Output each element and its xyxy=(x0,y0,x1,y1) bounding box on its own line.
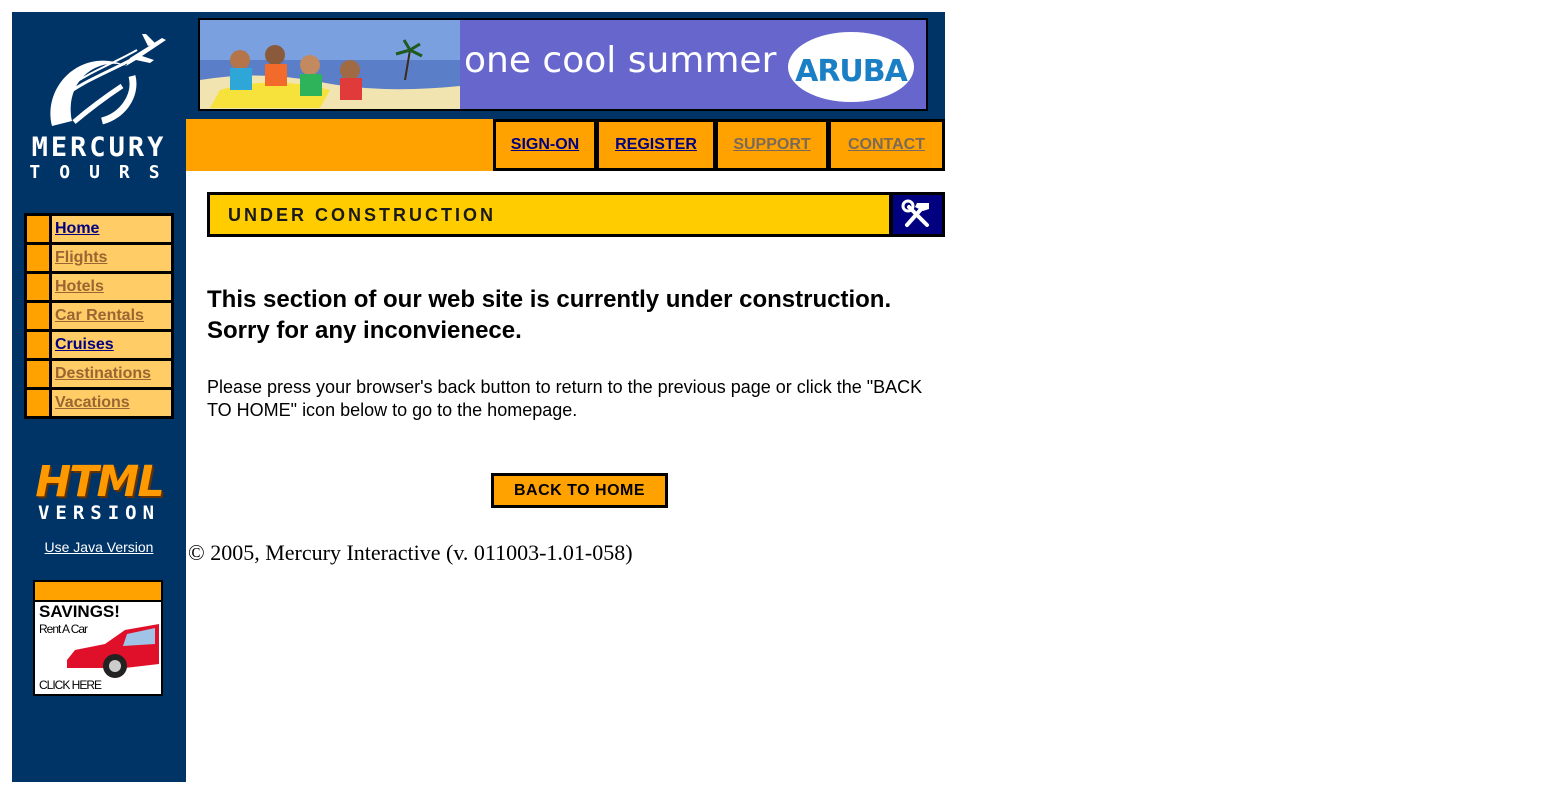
sign-on-link[interactable]: SIGN-ON xyxy=(511,136,579,153)
register-link[interactable]: REGISTER xyxy=(615,136,697,153)
html-badge-subtitle: VERSION xyxy=(37,502,161,524)
nav-link-flights[interactable]: Flights xyxy=(55,249,107,266)
header-banner: one cool summer ARUBA xyxy=(186,12,945,119)
back-to-home-button[interactable]: BACK TO HOME xyxy=(491,473,668,508)
html-badge-title: HTML xyxy=(35,457,165,507)
aruba-logo-text: ARUBA xyxy=(795,54,908,89)
under-construction-header: UNDER CONSTRUCTION xyxy=(207,192,945,237)
nav-bullet xyxy=(27,274,49,300)
top-nav-signon: SIGN-ON xyxy=(493,119,597,171)
banner-slogan: one cool summer xyxy=(464,40,777,81)
top-navigation: SIGN-ON REGISTER SUPPORT CONTACT xyxy=(186,119,945,171)
brand-name-mercury: MERCURY xyxy=(31,132,167,163)
copyright-footer: © 2005, Mercury Interactive (v. 011003-1… xyxy=(188,540,633,565)
ad-cta: CLICK HERE xyxy=(39,678,102,692)
construction-headline: This section of our web site is currentl… xyxy=(207,286,912,344)
side-nav-item-home: Home xyxy=(27,216,171,242)
nav-link-car-rentals[interactable]: Car Rentals xyxy=(55,307,144,324)
nav-link-home[interactable]: Home xyxy=(55,220,99,237)
under-construction-label-box: UNDER CONSTRUCTION xyxy=(210,195,889,234)
side-nav-item-flights: Flights xyxy=(27,245,171,271)
side-navigation: Home Flights Hotels Car Rentals Cruises … xyxy=(24,213,174,419)
aruba-ad-banner[interactable]: one cool summer ARUBA xyxy=(198,18,928,111)
aruba-logo: ARUBA xyxy=(788,32,914,102)
html-version-badge: HTML VERSION xyxy=(12,460,186,524)
tools-icon-box xyxy=(893,195,942,234)
nav-bullet xyxy=(27,390,49,416)
side-nav-item-destinations: Destinations xyxy=(27,361,171,387)
ad-title: SAVINGS! xyxy=(39,602,120,621)
sidebar: MERCURY TOURS Home Flights Hotels Car Re… xyxy=(12,12,186,782)
nav-link-cruises[interactable]: Cruises xyxy=(55,336,114,353)
section-title: UNDER CONSTRUCTION xyxy=(228,205,496,225)
nav-bullet xyxy=(27,332,49,358)
brand-name-tours: TOURS xyxy=(29,162,179,183)
nav-bullet xyxy=(27,216,49,242)
plane-logo-icon xyxy=(50,34,166,126)
nav-bullet xyxy=(27,245,49,271)
nav-link-vacations[interactable]: Vacations xyxy=(55,394,130,411)
top-nav-register: REGISTER xyxy=(596,119,716,171)
nav-link-destinations[interactable]: Destinations xyxy=(55,365,151,382)
savings-rent-a-car-ad[interactable]: SAVINGS! Rent A Car CLICK HERE xyxy=(33,580,163,696)
side-nav-item-cruises: Cruises xyxy=(27,332,171,358)
red-car-icon xyxy=(67,624,159,678)
use-java-version-link[interactable]: Use Java Version xyxy=(12,539,186,555)
side-nav-item-hotels: Hotels xyxy=(27,274,171,300)
side-nav-item-vacations: Vacations xyxy=(27,390,171,416)
top-nav-support: SUPPORT xyxy=(715,119,829,171)
side-nav-item-car-rentals: Car Rentals xyxy=(27,303,171,329)
back-to-home-label: BACK TO HOME xyxy=(494,476,665,505)
tools-icon xyxy=(901,199,929,227)
top-nav-contact: CONTACT xyxy=(828,119,945,171)
support-link[interactable]: SUPPORT xyxy=(733,136,810,153)
nav-bullet xyxy=(27,361,49,387)
nav-link-hotels[interactable]: Hotels xyxy=(55,278,104,295)
ad-header-bar xyxy=(35,582,161,602)
construction-instructions: Please press your browser's back button … xyxy=(207,377,923,420)
beach-photo-icon xyxy=(200,20,460,109)
contact-link[interactable]: CONTACT xyxy=(848,136,925,153)
nav-bullet xyxy=(27,303,49,329)
